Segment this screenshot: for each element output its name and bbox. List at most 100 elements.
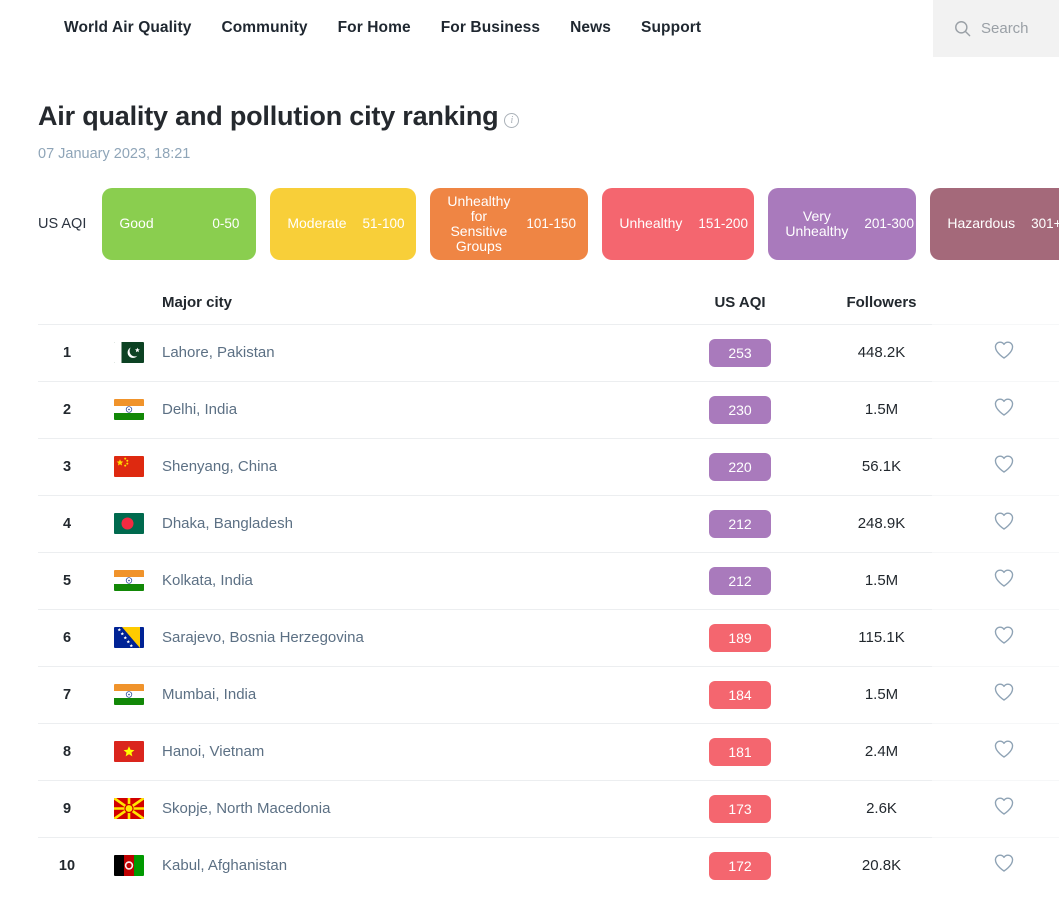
row-rank-cell: 4 xyxy=(38,515,96,533)
table-body: 1 Lahore, Pakistan 253 448.2K 2 Delhi, India 2… xyxy=(38,323,1059,894)
table-row[interactable]: 8 Hanoi, Vietnam 181 2.4M xyxy=(38,722,1059,780)
table-row[interactable]: 9 Skopje, North Macedonia 173 2.6K xyxy=(38,779,1059,837)
city-link[interactable]: Mumbai, India xyxy=(162,686,256,703)
aqi-badge[interactable]: 220 xyxy=(709,452,771,481)
nav-community[interactable]: Community xyxy=(221,19,307,37)
flag-india-icon xyxy=(114,684,144,706)
table-row[interactable]: 5 Kolkata, India 212 1.5M xyxy=(38,551,1059,609)
page-title: Air quality and pollution city ranking xyxy=(38,101,499,131)
row-favorite-cell xyxy=(949,511,1059,536)
aqi-badge[interactable]: 173 xyxy=(709,794,771,823)
city-link[interactable]: Hanoi, Vietnam xyxy=(162,743,264,760)
aqi-legend-chip-good[interactable]: Good 0-50 xyxy=(102,187,257,260)
table-row[interactable]: 6 Sarajevo, Bosnia Herzegovina 189 115.1K xyxy=(38,608,1059,666)
rank-number: 6 xyxy=(62,629,72,646)
aqi-legend-chip-very-unhealthy[interactable]: Very Unhealthy 201-300 xyxy=(768,187,917,260)
table-row[interactable]: 10 Kabul, Afghanistan 172 20.8K xyxy=(38,836,1059,894)
flag-north-macedonia-icon xyxy=(114,798,144,820)
heart-outline-icon[interactable] xyxy=(993,568,1015,593)
aqi-badge[interactable]: 212 xyxy=(709,509,771,538)
flag-bangladesh-icon xyxy=(114,513,144,535)
aqi-legend-chip-range: 101-150 xyxy=(526,216,576,232)
row-aqi-cell: 181 xyxy=(666,737,814,766)
table-row[interactable]: 2 Delhi, India 230 1.5M xyxy=(38,380,1059,438)
nav-for-business[interactable]: For Business xyxy=(441,19,540,37)
title-row: Air quality and pollution city ranking i xyxy=(38,101,1059,132)
row-rank-cell: 10 xyxy=(38,857,96,875)
aqi-badge[interactable]: 212 xyxy=(709,566,771,595)
aqi-badge[interactable]: 253 xyxy=(709,338,771,367)
row-city-cell: Skopje, North Macedonia xyxy=(162,800,666,818)
aqi-legend-chip-label: Unhealthy xyxy=(619,215,683,232)
row-favorite-cell xyxy=(949,454,1059,479)
row-aqi-cell: 212 xyxy=(666,566,814,595)
row-flag-cell xyxy=(96,513,162,535)
row-city-cell: Dhaka, Bangladesh xyxy=(162,515,666,533)
info-icon[interactable]: i xyxy=(504,112,520,128)
row-aqi-cell: 189 xyxy=(666,623,814,652)
row-rank-cell: 9 xyxy=(38,800,96,818)
row-rank-cell: 2 xyxy=(38,401,96,419)
row-rank-cell: 1 xyxy=(38,344,96,362)
city-link[interactable]: Dhaka, Bangladesh xyxy=(162,515,293,532)
row-flag-cell xyxy=(96,798,162,820)
nav-support[interactable]: Support xyxy=(641,19,701,37)
row-favorite-cell xyxy=(949,739,1059,764)
city-link[interactable]: Delhi, India xyxy=(162,401,237,418)
heart-outline-icon[interactable] xyxy=(993,796,1015,821)
table-row[interactable]: 1 Lahore, Pakistan 253 448.2K xyxy=(38,323,1059,381)
aqi-legend-chip-label: Very Unhealthy xyxy=(785,207,849,239)
aqi-legend-chip-hazardous[interactable]: Hazardous 301+ xyxy=(930,187,1059,260)
city-link[interactable]: Kolkata, India xyxy=(162,572,253,589)
heart-outline-icon[interactable] xyxy=(993,511,1015,536)
heart-outline-icon[interactable] xyxy=(993,625,1015,650)
aqi-badge[interactable]: 184 xyxy=(709,680,771,709)
table-row[interactable]: 3 Shenyang, China 220 56.1K xyxy=(38,437,1059,495)
heart-outline-icon[interactable] xyxy=(993,454,1015,479)
aqi-legend-chip-range: 151-200 xyxy=(698,216,748,232)
row-city-cell: Lahore, Pakistan xyxy=(162,344,666,362)
row-flag-cell xyxy=(96,399,162,421)
nav-world-air-quality[interactable]: World Air Quality xyxy=(64,19,191,37)
aqi-legend-chip-label: Moderate xyxy=(287,215,347,232)
top-navigation-bar: World Air Quality Community For Home For Bu… xyxy=(0,0,1059,57)
aqi-legend-chip-label: Good xyxy=(119,215,154,232)
search-box[interactable]: Search xyxy=(933,0,1059,57)
aqi-legend-chip-range: 301+ xyxy=(1031,216,1059,232)
nav-news[interactable]: News xyxy=(570,19,611,37)
city-link[interactable]: Kabul, Afghanistan xyxy=(162,857,287,874)
aqi-legend-chip-moderate[interactable]: Moderate 51-100 xyxy=(270,187,417,260)
heart-outline-icon[interactable] xyxy=(993,739,1015,764)
heart-outline-icon[interactable] xyxy=(993,340,1015,365)
table-row[interactable]: 4 Dhaka, Bangladesh 212 248.9K xyxy=(38,494,1059,552)
nav-for-home[interactable]: For Home xyxy=(338,19,411,37)
rank-number: 4 xyxy=(62,515,72,532)
rank-number: 7 xyxy=(62,686,72,703)
aqi-legend-chip-range: 201-300 xyxy=(864,216,914,232)
aqi-legend-label: US AQI xyxy=(38,215,87,232)
followers-count: 1.5M xyxy=(864,685,899,703)
heart-outline-icon[interactable] xyxy=(993,853,1015,878)
aqi-legend-chip-unhealthy-for-sensitive-groups[interactable]: Unhealthy for Sensitive Groups 101-150 xyxy=(430,187,589,260)
aqi-legend-chip-unhealthy[interactable]: Unhealthy 151-200 xyxy=(602,187,755,260)
rank-number: 8 xyxy=(62,743,72,760)
city-link[interactable]: Shenyang, China xyxy=(162,458,277,475)
search-input-placeholder[interactable]: Search xyxy=(981,20,1029,37)
aqi-badge[interactable]: 230 xyxy=(709,395,771,424)
heart-outline-icon[interactable] xyxy=(993,397,1015,422)
aqi-badge[interactable]: 181 xyxy=(709,737,771,766)
followers-count: 1.5M xyxy=(864,571,899,589)
flag-pakistan-icon xyxy=(114,342,144,364)
city-link[interactable]: Skopje, North Macedonia xyxy=(162,800,330,817)
city-link[interactable]: Lahore, Pakistan xyxy=(162,344,275,361)
row-rank-cell: 3 xyxy=(38,458,96,476)
row-aqi-cell: 172 xyxy=(666,851,814,880)
heart-outline-icon[interactable] xyxy=(993,682,1015,707)
row-flag-cell xyxy=(96,855,162,877)
aqi-badge[interactable]: 172 xyxy=(709,851,771,880)
table-row[interactable]: 7 Mumbai, India 184 1.5M xyxy=(38,665,1059,723)
rank-number: 3 xyxy=(62,458,72,475)
flag-china-icon xyxy=(114,456,144,478)
aqi-badge[interactable]: 189 xyxy=(709,623,771,652)
city-link[interactable]: Sarajevo, Bosnia Herzegovina xyxy=(162,629,364,646)
